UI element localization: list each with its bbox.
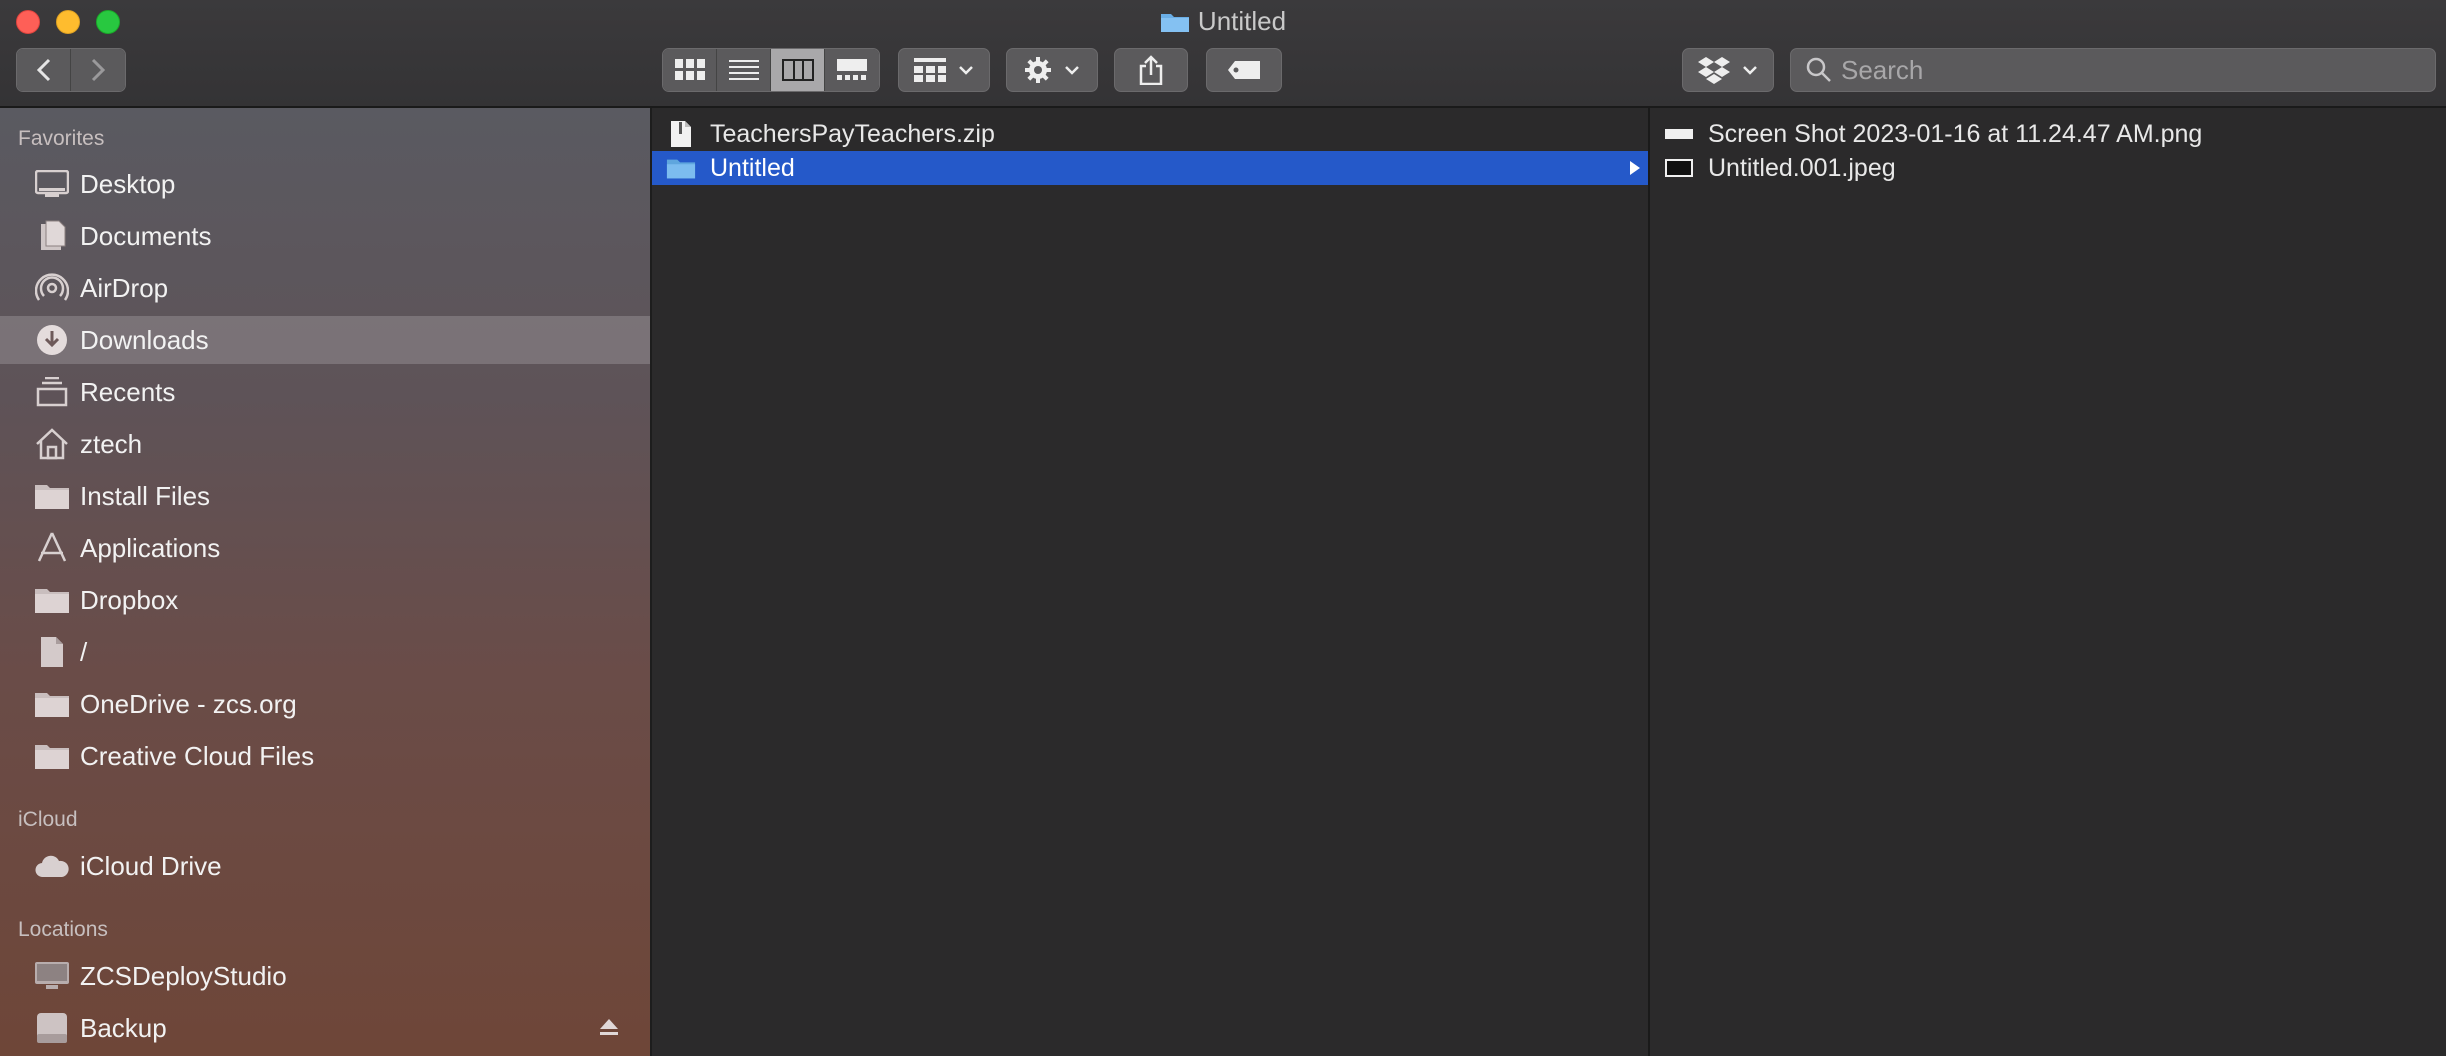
sidebar-item-root[interactable]: / bbox=[0, 628, 650, 676]
sidebar-item-backup[interactable]: Backup bbox=[0, 1004, 650, 1052]
sidebar-item-icloud-drive[interactable]: iCloud Drive bbox=[0, 842, 650, 890]
view-mode-control bbox=[662, 48, 880, 92]
sidebar-item-desktop[interactable]: Desktop bbox=[0, 160, 650, 208]
sidebar-item-recents[interactable]: Recents bbox=[0, 368, 650, 416]
sidebar-section-locations: Locations bbox=[18, 918, 108, 941]
folder-icon bbox=[666, 153, 696, 183]
sidebar-item-label: Applications bbox=[80, 532, 221, 563]
computer-icon bbox=[34, 958, 70, 994]
sidebar-item-label: iCloud Drive bbox=[80, 850, 222, 881]
dropbox-icon bbox=[1698, 57, 1730, 84]
chevron-down-icon bbox=[1743, 66, 1757, 75]
cloud-icon bbox=[34, 848, 70, 884]
disclosure-arrow-icon bbox=[1630, 161, 1640, 175]
window-toolbar: Untitled bbox=[0, 0, 2446, 108]
sidebar-item-label: OneDrive - zcs.org bbox=[80, 688, 297, 719]
sidebar-item-applications[interactable]: Applications bbox=[0, 524, 650, 572]
airdrop-icon bbox=[34, 270, 70, 306]
window-title: Untitled bbox=[0, 6, 2446, 37]
action-menu-button[interactable] bbox=[1006, 48, 1098, 92]
sidebar-item-label: Desktop bbox=[80, 168, 176, 199]
sidebar-item-label: Install Files bbox=[80, 480, 211, 511]
gallery-icon bbox=[837, 59, 867, 80]
sidebar-item-label: ztech bbox=[80, 428, 143, 459]
sidebar-section-favorites: Favorites bbox=[18, 127, 105, 150]
folder-icon bbox=[34, 738, 70, 774]
tags-button[interactable] bbox=[1206, 48, 1282, 92]
documents-icon bbox=[34, 218, 70, 254]
folder-icon bbox=[34, 686, 70, 722]
sidebar-item-label: Backup bbox=[80, 1012, 167, 1043]
home-icon bbox=[34, 426, 70, 462]
drive-icon bbox=[34, 1010, 70, 1046]
chevron-down-icon bbox=[1065, 66, 1079, 75]
browser-column-untitled: Screen Shot 2023-01-16 at 11.24.47 AM.pn… bbox=[1650, 108, 2446, 1056]
sidebar-item-label: Creative Cloud Files bbox=[80, 740, 315, 771]
sidebar-item-label: / bbox=[80, 636, 88, 667]
search-field[interactable] bbox=[1790, 48, 2436, 92]
image-file-icon bbox=[1664, 119, 1694, 149]
forward-button[interactable] bbox=[71, 49, 125, 91]
dropbox-menu-button[interactable] bbox=[1682, 48, 1774, 92]
sidebar-item-downloads[interactable]: Downloads bbox=[0, 316, 650, 364]
search-input[interactable] bbox=[1839, 53, 2403, 87]
sidebar-item-zcsdeploystudio[interactable]: ZCSDeployStudio bbox=[0, 952, 650, 1000]
desktop-icon bbox=[34, 166, 70, 202]
grid-icon bbox=[674, 59, 705, 80]
sidebar-item-ztech[interactable]: ztech bbox=[0, 420, 650, 468]
share-icon bbox=[1139, 55, 1163, 85]
folder-icon bbox=[1160, 14, 1189, 32]
sidebar-item-onedrive[interactable]: OneDrive - zcs.org bbox=[0, 680, 650, 728]
sidebar-item-creative-cloud[interactable]: Creative Cloud Files bbox=[0, 732, 650, 780]
file-name: Untitled.001.jpeg bbox=[1708, 153, 1896, 182]
browser-column-downloads: TeachersPayTeachers.zip Untitled bbox=[652, 108, 1650, 1056]
columns-icon bbox=[781, 59, 814, 81]
sidebar: Favorites Desktop Documents AirDrop Down… bbox=[0, 108, 652, 1056]
search-icon bbox=[1806, 57, 1831, 82]
file-name: Untitled bbox=[710, 153, 795, 182]
sidebar-item-label: AirDrop bbox=[80, 272, 169, 303]
sidebar-section-icloud: iCloud bbox=[18, 808, 78, 831]
image-file-icon bbox=[1664, 153, 1694, 183]
tag-icon bbox=[1228, 61, 1260, 79]
folder-icon bbox=[34, 582, 70, 618]
chevron-right-icon bbox=[91, 58, 106, 82]
file-row-untitled-jpeg[interactable]: Untitled.001.jpeg bbox=[1650, 151, 2446, 185]
recents-icon bbox=[34, 374, 70, 410]
sidebar-item-label: Dropbox bbox=[80, 584, 179, 615]
group-grid-icon bbox=[914, 58, 946, 82]
sidebar-item-label: Recents bbox=[80, 376, 176, 407]
list-view-button[interactable] bbox=[717, 49, 771, 91]
gallery-view-button[interactable] bbox=[825, 49, 879, 91]
gear-icon bbox=[1025, 57, 1051, 83]
sidebar-item-install-files[interactable]: Install Files bbox=[0, 472, 650, 520]
applications-icon bbox=[34, 530, 70, 566]
sidebar-item-label: Downloads bbox=[80, 324, 209, 355]
folder-icon bbox=[34, 478, 70, 514]
zip-file-icon bbox=[666, 119, 696, 149]
sidebar-item-dropbox[interactable]: Dropbox bbox=[0, 576, 650, 624]
sidebar-item-airdrop[interactable]: AirDrop bbox=[0, 264, 650, 312]
file-row-teacherspayteachers[interactable]: TeachersPayTeachers.zip bbox=[652, 117, 1648, 151]
file-name: TeachersPayTeachers.zip bbox=[710, 119, 995, 148]
file-row-screenshot[interactable]: Screen Shot 2023-01-16 at 11.24.47 AM.pn… bbox=[1650, 117, 2446, 151]
sidebar-item-label: ZCSDeployStudio bbox=[80, 960, 287, 991]
file-name: Screen Shot 2023-01-16 at 11.24.47 AM.pn… bbox=[1708, 119, 2203, 148]
file-row-untitled[interactable]: Untitled bbox=[652, 151, 1648, 185]
sidebar-item-documents[interactable]: Documents bbox=[0, 212, 650, 260]
icon-view-button[interactable] bbox=[663, 49, 717, 91]
back-button[interactable] bbox=[17, 49, 71, 91]
chevron-down-icon bbox=[959, 66, 973, 75]
list-icon bbox=[728, 60, 759, 80]
downloads-icon bbox=[34, 322, 70, 358]
group-by-button[interactable] bbox=[898, 48, 990, 92]
sidebar-item-label: Documents bbox=[80, 220, 212, 251]
column-view-button[interactable] bbox=[771, 49, 825, 91]
share-button[interactable] bbox=[1114, 48, 1188, 92]
chevron-left-icon bbox=[36, 58, 50, 82]
eject-icon[interactable] bbox=[598, 1017, 620, 1037]
document-icon bbox=[34, 634, 70, 670]
back-forward-group bbox=[16, 48, 126, 92]
